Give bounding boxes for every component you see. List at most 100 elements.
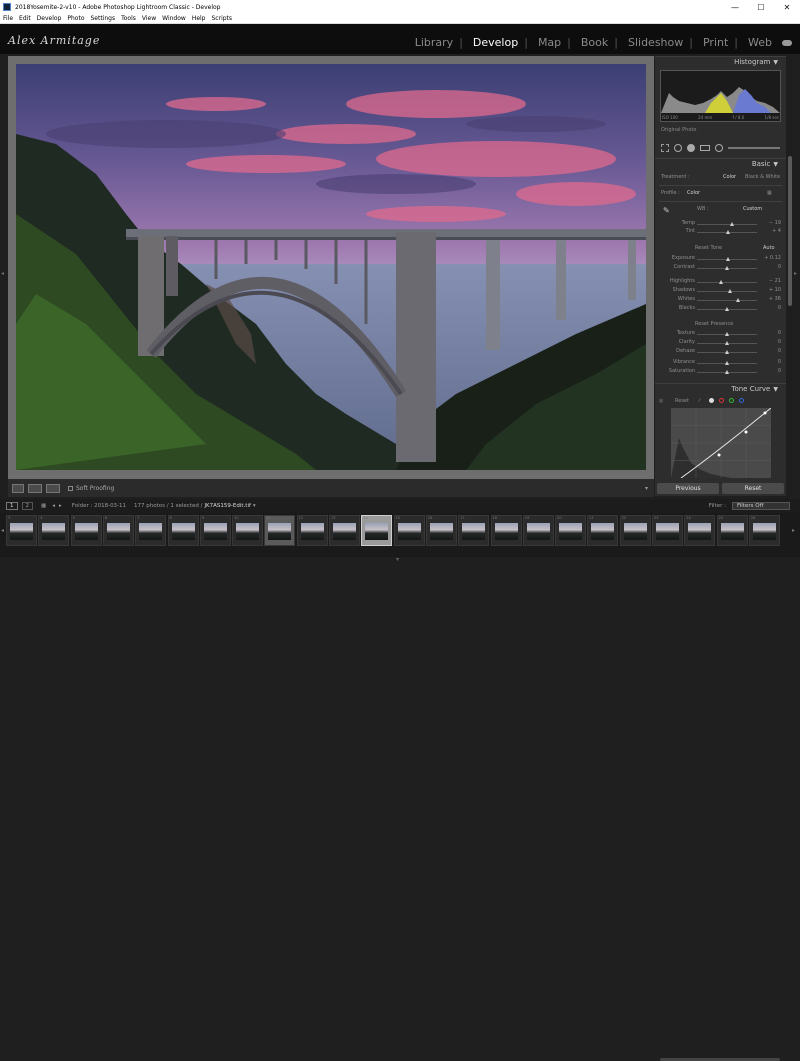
filmstrip-right-arrow-icon[interactable]: ▸ <box>792 527 795 534</box>
filmstrip-thumbnail[interactable]: 10 <box>232 515 264 546</box>
slider-track[interactable] <box>697 257 757 261</box>
filmstrip-thumbnail[interactable]: 7 <box>135 515 167 546</box>
module-slideshow[interactable]: Slideshow <box>618 36 683 49</box>
before-after-button[interactable] <box>28 483 42 493</box>
grid-view-icon[interactable]: ▦ <box>41 503 46 509</box>
filmstrip-thumbnail[interactable]: 15 <box>393 515 425 546</box>
slider-value[interactable]: + 0.12 <box>759 255 781 261</box>
red-eye-icon[interactable] <box>687 144 695 152</box>
menu-tools[interactable]: Tools <box>118 15 139 22</box>
filmstrip-thumbnail[interactable]: 12 <box>296 515 328 546</box>
filmstrip-thumbnail[interactable]: 4 <box>38 515 70 546</box>
filmstrip-thumbnail[interactable]: 14 <box>361 515 393 546</box>
filmstrip-thumbnail[interactable]: 18 <box>490 515 522 546</box>
filmstrip-thumbnail[interactable]: 8 <box>167 515 199 546</box>
slider-knob[interactable] <box>719 280 723 284</box>
slider-track[interactable] <box>697 280 757 284</box>
module-book[interactable]: Book <box>571 36 608 49</box>
slider-knob[interactable] <box>726 230 731 234</box>
treatment-bw-option[interactable]: Black & White <box>745 174 780 180</box>
filmstrip-thumbnail[interactable]: 3 <box>6 515 37 546</box>
slider-knob[interactable] <box>728 289 732 293</box>
minimize-button[interactable]: — <box>722 3 748 12</box>
slider-value[interactable]: 0 <box>759 330 781 336</box>
profile-dropdown[interactable]: Color <box>687 190 700 196</box>
adjustment-brush-slider[interactable] <box>728 147 780 149</box>
filmstrip-thumbnail[interactable]: 22 <box>619 515 651 546</box>
blue-channel-icon[interactable] <box>739 398 744 403</box>
filter-dropdown[interactable]: Filters Off <box>732 502 790 510</box>
treatment-color-option[interactable]: Color <box>723 174 736 180</box>
filmstrip-thumbnail[interactable]: 20 <box>555 515 587 546</box>
menu-photo[interactable]: Photo <box>64 15 87 22</box>
rgb-channel-icon[interactable] <box>709 398 714 403</box>
wb-eyedropper-icon[interactable]: ✎ <box>663 206 670 215</box>
menu-scripts[interactable]: Scripts <box>209 15 236 22</box>
swap-before-after-button[interactable] <box>46 483 60 493</box>
filmstrip-thumbnail[interactable]: 6 <box>102 515 134 546</box>
slider-value[interactable]: 0 <box>759 264 781 270</box>
slider-knob[interactable] <box>725 370 729 374</box>
slider-track[interactable] <box>697 222 757 226</box>
slider-knob[interactable] <box>726 257 731 261</box>
right-panel-toggle-icon[interactable]: ▸ <box>794 270 797 277</box>
slider-track[interactable] <box>697 298 757 302</box>
tone-curve-reset[interactable]: Reset <box>675 398 689 404</box>
tone-curve-header[interactable]: Tone Curve ▼ <box>655 383 786 394</box>
histogram-header[interactable]: Histogram ▼ <box>655 56 786 67</box>
photo-preview[interactable] <box>16 64 646 470</box>
slider-track[interactable] <box>697 361 757 365</box>
main-window-button[interactable]: 1 <box>6 502 18 510</box>
slider-knob[interactable] <box>725 341 729 345</box>
selected-filename[interactable]: JK7AS159-Edit.tif <box>204 503 250 509</box>
slider-value[interactable]: + 36 <box>759 296 781 302</box>
filmstrip-thumbnail[interactable]: 19 <box>522 515 554 546</box>
slider-knob[interactable] <box>725 307 729 311</box>
menu-file[interactable]: File <box>0 15 16 22</box>
forward-arrow-icon[interactable]: ▸ <box>59 503 62 509</box>
spot-removal-icon[interactable] <box>674 144 682 152</box>
left-panel-toggle-icon[interactable]: ◂ <box>1 270 4 277</box>
slider-track[interactable] <box>697 350 757 354</box>
secondary-window-button[interactable]: 2 <box>21 502 33 510</box>
menu-develop[interactable]: Develop <box>34 15 65 22</box>
slider-knob[interactable] <box>729 222 734 226</box>
filmstrip-thumbnail[interactable]: 5 <box>70 515 102 546</box>
slider-track[interactable] <box>697 370 757 374</box>
filmstrip-thumbnail[interactable]: 26 <box>748 515 780 546</box>
red-channel-icon[interactable] <box>719 398 724 403</box>
slider-value[interactable]: + 10 <box>759 287 781 293</box>
reset-button[interactable]: Reset <box>722 483 784 494</box>
slider-value[interactable]: − 21 <box>759 278 781 284</box>
module-develop[interactable]: Develop <box>463 36 518 49</box>
auto-tone-button[interactable]: Auto <box>763 245 775 251</box>
filmstrip-thumbnail[interactable]: 25 <box>716 515 748 546</box>
slider-value[interactable]: 0 <box>759 339 781 345</box>
image-canvas[interactable] <box>8 56 654 479</box>
menu-help[interactable]: Help <box>189 15 209 22</box>
filmstrip-thumbnail[interactable]: 16 <box>425 515 457 546</box>
slider-value[interactable]: − 19 <box>759 220 781 226</box>
module-map[interactable]: Map <box>528 36 561 49</box>
module-web[interactable]: Web <box>738 36 772 49</box>
folder-label[interactable]: Folder : 2018-03-11 <box>72 503 126 509</box>
slider-track[interactable] <box>697 341 757 345</box>
basic-header[interactable]: Basic ▼ <box>655 158 786 169</box>
crop-overlay-icon[interactable] <box>661 144 669 152</box>
wb-dropdown[interactable]: Custom <box>743 206 762 212</box>
slider-track[interactable] <box>697 266 757 270</box>
filename-dropdown-icon[interactable]: ▾ <box>253 503 256 509</box>
slider-value[interactable]: 0 <box>759 305 781 311</box>
menu-settings[interactable]: Settings <box>88 15 119 22</box>
scrollbar-thumb[interactable] <box>788 156 792 306</box>
profile-browser-icon[interactable]: ▦ <box>767 190 772 196</box>
slider-knob[interactable] <box>725 361 729 365</box>
filmstrip-thumbnail[interactable]: 24 <box>684 515 716 546</box>
filmstrip-thumbnail[interactable]: 9 <box>199 515 231 546</box>
slider-value[interactable]: + 4 <box>759 228 781 234</box>
module-print[interactable]: Print <box>693 36 728 49</box>
graduated-filter-icon[interactable] <box>700 145 710 151</box>
module-library[interactable]: Library <box>405 36 453 49</box>
slider-track[interactable] <box>697 307 757 311</box>
menu-view[interactable]: View <box>139 15 159 22</box>
